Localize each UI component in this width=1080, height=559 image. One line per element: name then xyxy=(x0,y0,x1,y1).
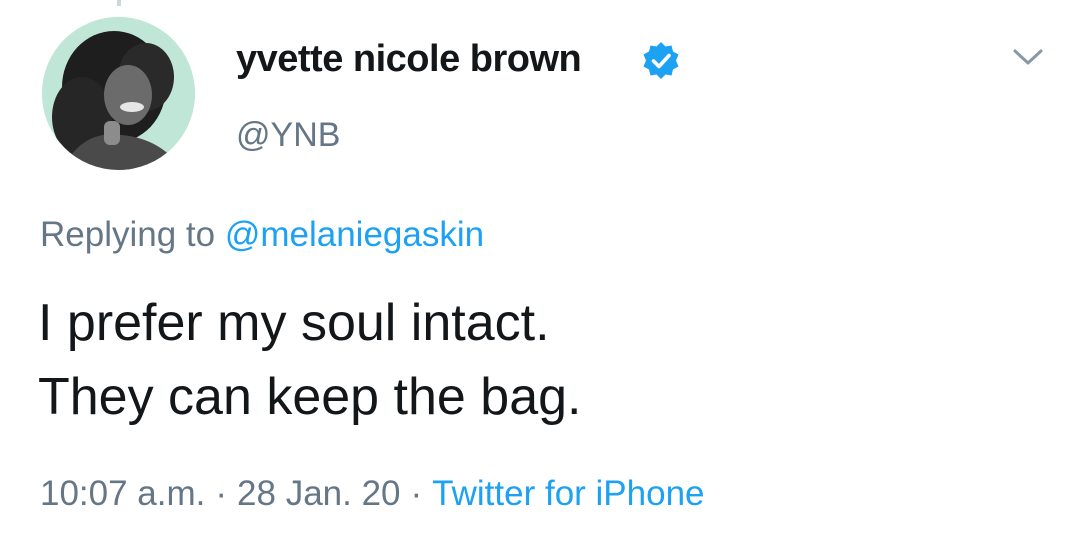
tweet-text-line: They can keep the bag. xyxy=(38,368,582,426)
tweet-text-line: I prefer my soul intact. xyxy=(38,294,550,352)
chevron-down-icon[interactable] xyxy=(1010,42,1046,72)
tweet-date[interactable]: 28 Jan. 20 xyxy=(237,474,400,513)
tweet-source-link[interactable]: Twitter for iPhone xyxy=(432,474,704,513)
reply-mention-link[interactable]: @melaniegaskin xyxy=(225,215,484,254)
thread-connector-line xyxy=(117,0,121,6)
replying-to-line: Replying to @melaniegaskin xyxy=(40,215,484,255)
avatar[interactable] xyxy=(42,17,195,170)
author-handle[interactable]: @YNB xyxy=(236,116,340,155)
meta-separator: · xyxy=(410,474,423,513)
tweet-text: I prefer my soul intact. They can keep t… xyxy=(38,286,582,434)
verified-badge-icon xyxy=(643,42,679,79)
author-display-name[interactable]: yvette nicole brown xyxy=(236,38,582,81)
tweet-metadata: 10:07 a.m. · 28 Jan. 20 · Twitter for iPhone xyxy=(40,474,705,514)
avatar-photo xyxy=(42,17,195,170)
meta-separator: · xyxy=(215,474,228,513)
tweet-time[interactable]: 10:07 a.m. xyxy=(40,474,205,513)
replying-to-label: Replying to xyxy=(40,215,225,254)
